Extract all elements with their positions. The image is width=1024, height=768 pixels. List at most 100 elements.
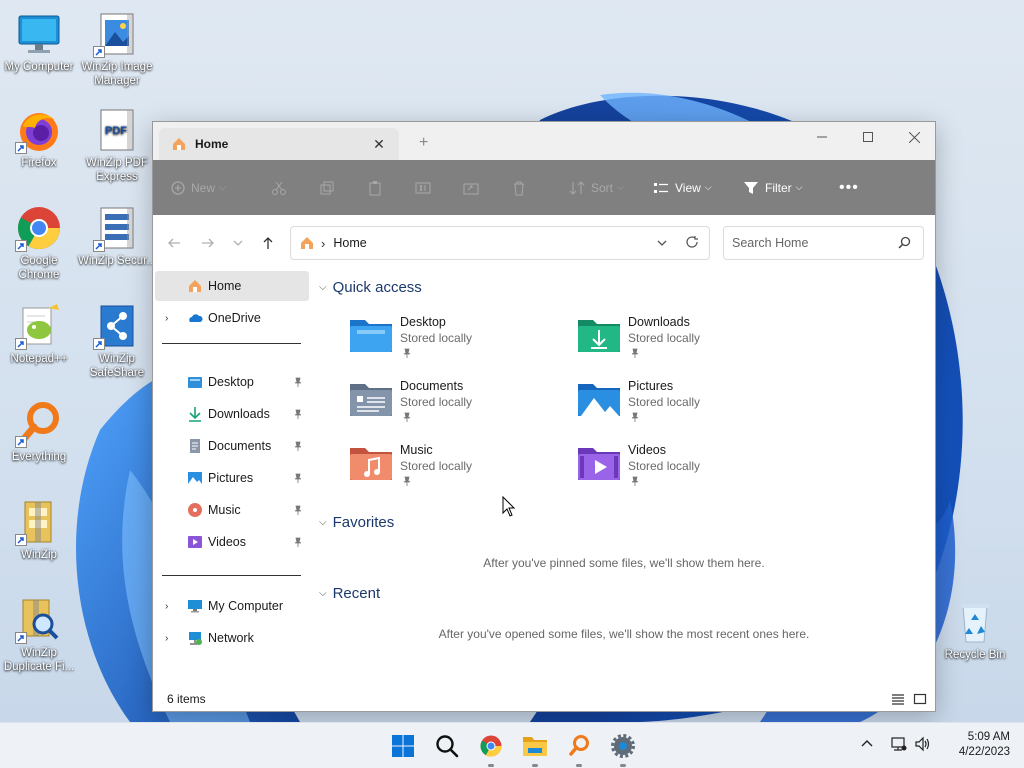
address-bar[interactable]: › Home [290, 226, 710, 260]
quick-access-desktop[interactable]: Desktop Stored locally [349, 314, 569, 370]
taskbar-everything-button[interactable] [564, 731, 594, 767]
up-button[interactable] [257, 232, 279, 254]
start-button[interactable] [388, 731, 418, 761]
filter-icon [744, 181, 758, 194]
nav-item-onedrive[interactable]: › OneDrive [155, 303, 309, 333]
search-icon[interactable] [898, 236, 911, 252]
cut-button[interactable] [271, 172, 319, 204]
paste-icon [369, 180, 381, 195]
view-icon [654, 182, 668, 193]
search-input[interactable]: Search Home [723, 226, 924, 260]
nav-item-downloads[interactable]: Downloads [155, 399, 309, 429]
nav-item-my-computer[interactable]: › My Computer [155, 591, 309, 621]
back-button[interactable] [163, 232, 185, 254]
pin-icon[interactable] [293, 409, 303, 419]
quick-access-pictures[interactable]: Pictures Stored locally [577, 378, 797, 434]
running-indicator [532, 764, 538, 767]
desktop-icon-label: WinZip [21, 549, 57, 561]
desktop-icon-firefox[interactable]: Firefox [0, 106, 78, 170]
nav-item-home[interactable]: Home [155, 271, 309, 301]
nav-label: Music [208, 503, 241, 517]
details-view-icon[interactable] [891, 692, 905, 709]
documents-icon [190, 439, 200, 453]
everything-icon [569, 735, 589, 756]
desktop-icon-winzip[interactable]: WinZip [0, 498, 78, 562]
taskbar-file-explorer-button[interactable] [520, 731, 550, 767]
desktop-icon-winzip-safeshare[interactable]: WinZip SafeShare [78, 302, 156, 380]
nav-item-videos[interactable]: Videos [155, 527, 309, 557]
quick-access-header[interactable]: ⌵ Quick access [319, 279, 422, 296]
recent-header[interactable]: ⌵ Recent [319, 585, 380, 602]
item-count: 6 items [167, 692, 206, 706]
desktop-icon-winzip-pdf-express[interactable]: PDF WinZip PDF Express [78, 106, 156, 184]
add-tab-icon[interactable]: + [419, 134, 428, 152]
cut-icon [272, 181, 286, 195]
tab-home[interactable]: Home ✕ [159, 128, 399, 160]
pin-icon[interactable] [293, 473, 303, 483]
desktop-icon-winzip-secure[interactable]: WinZip Secur... [78, 204, 156, 268]
breadcrumb-home[interactable]: Home [333, 236, 366, 250]
minimize-button[interactable] [799, 122, 845, 152]
pin-icon[interactable] [293, 441, 303, 451]
chevron-right-icon[interactable]: › [165, 601, 168, 612]
volume-button[interactable] [914, 736, 932, 755]
desktop-folder-icon [350, 320, 392, 352]
paste-button[interactable] [367, 172, 415, 204]
more-options-button[interactable]: ••• [839, 172, 869, 204]
desktop-icon-notepadpp[interactable]: Notepad++ [0, 302, 78, 366]
nav-item-desktop[interactable]: Desktop [155, 367, 309, 397]
title-bar[interactable]: Home ✕ + [153, 122, 935, 160]
nav-item-music[interactable]: Music [155, 495, 309, 525]
share-button[interactable] [463, 172, 511, 204]
nav-item-network[interactable]: › Network [155, 623, 309, 653]
quick-access-videos[interactable]: Videos Stored locally [577, 442, 797, 498]
desktop-icon-label: Recycle Bin [944, 649, 1006, 661]
close-button[interactable] [891, 122, 937, 152]
quick-access-documents[interactable]: Documents Stored locally [349, 378, 569, 434]
desktop-icon-everything[interactable]: Everything [0, 400, 78, 464]
new-button[interactable]: New ⌵ [171, 172, 251, 204]
favorites-header[interactable]: ⌵ Favorites [319, 514, 394, 531]
chevron-right-icon[interactable]: › [165, 633, 168, 644]
refresh-icon[interactable] [685, 235, 699, 252]
tiles-view-icon[interactable] [913, 692, 927, 709]
running-indicator [488, 764, 494, 767]
tab-title: Home [195, 137, 229, 151]
desktop-icon-winzip-duplicate-finder[interactable]: WinZip Duplicate Fi... [0, 596, 78, 674]
recent-locations-button[interactable] [227, 232, 249, 254]
view-button[interactable]: View ⌵ [653, 172, 743, 204]
pin-icon[interactable] [293, 505, 303, 515]
taskbar-chrome-button[interactable] [476, 731, 506, 767]
item-name: Pictures [628, 379, 674, 393]
pin-icon[interactable] [293, 377, 303, 387]
maximize-button[interactable] [845, 122, 891, 152]
forward-button[interactable] [197, 232, 219, 254]
desktop-icon-my-computer[interactable]: My Computer [0, 10, 78, 74]
clock[interactable]: 5:09 AM 4/22/2023 [959, 730, 1010, 760]
sort-button[interactable]: Sort ⌵ [569, 172, 653, 204]
network-status-button[interactable] [890, 736, 908, 755]
section-title: Recent [332, 585, 381, 602]
clock-date: 4/22/2023 [958, 746, 1010, 758]
nav-item-documents[interactable]: Documents [155, 431, 309, 461]
delete-button[interactable] [511, 172, 559, 204]
quick-access-music[interactable]: Music Stored locally [349, 442, 569, 498]
chevron-down-icon: ⌵ [219, 182, 226, 192]
filter-button[interactable]: Filter ⌵ [743, 172, 839, 204]
chevron-down-icon [233, 240, 243, 246]
breadcrumb-separator-icon[interactable]: › [321, 236, 325, 251]
desktop-icon-recycle-bin[interactable]: Recycle Bin [936, 598, 1014, 662]
quick-access-downloads[interactable]: Downloads Stored locally [577, 314, 797, 370]
copy-button[interactable] [319, 172, 367, 204]
taskbar-search-button[interactable] [432, 731, 462, 761]
pin-icon[interactable] [293, 537, 303, 547]
desktop-icon-google-chrome[interactable]: Google Chrome [0, 204, 78, 282]
tab-close-icon[interactable]: ✕ [371, 136, 387, 152]
rename-button[interactable] [415, 172, 463, 204]
taskbar-settings-button[interactable] [608, 731, 638, 767]
nav-item-pictures[interactable]: Pictures [155, 463, 309, 493]
tray-overflow-button[interactable] [860, 737, 874, 754]
address-dropdown-icon[interactable] [657, 237, 667, 251]
chevron-right-icon[interactable]: › [165, 313, 168, 324]
desktop-icon-winzip-image-manager[interactable]: WinZip Image Manager [78, 10, 156, 88]
